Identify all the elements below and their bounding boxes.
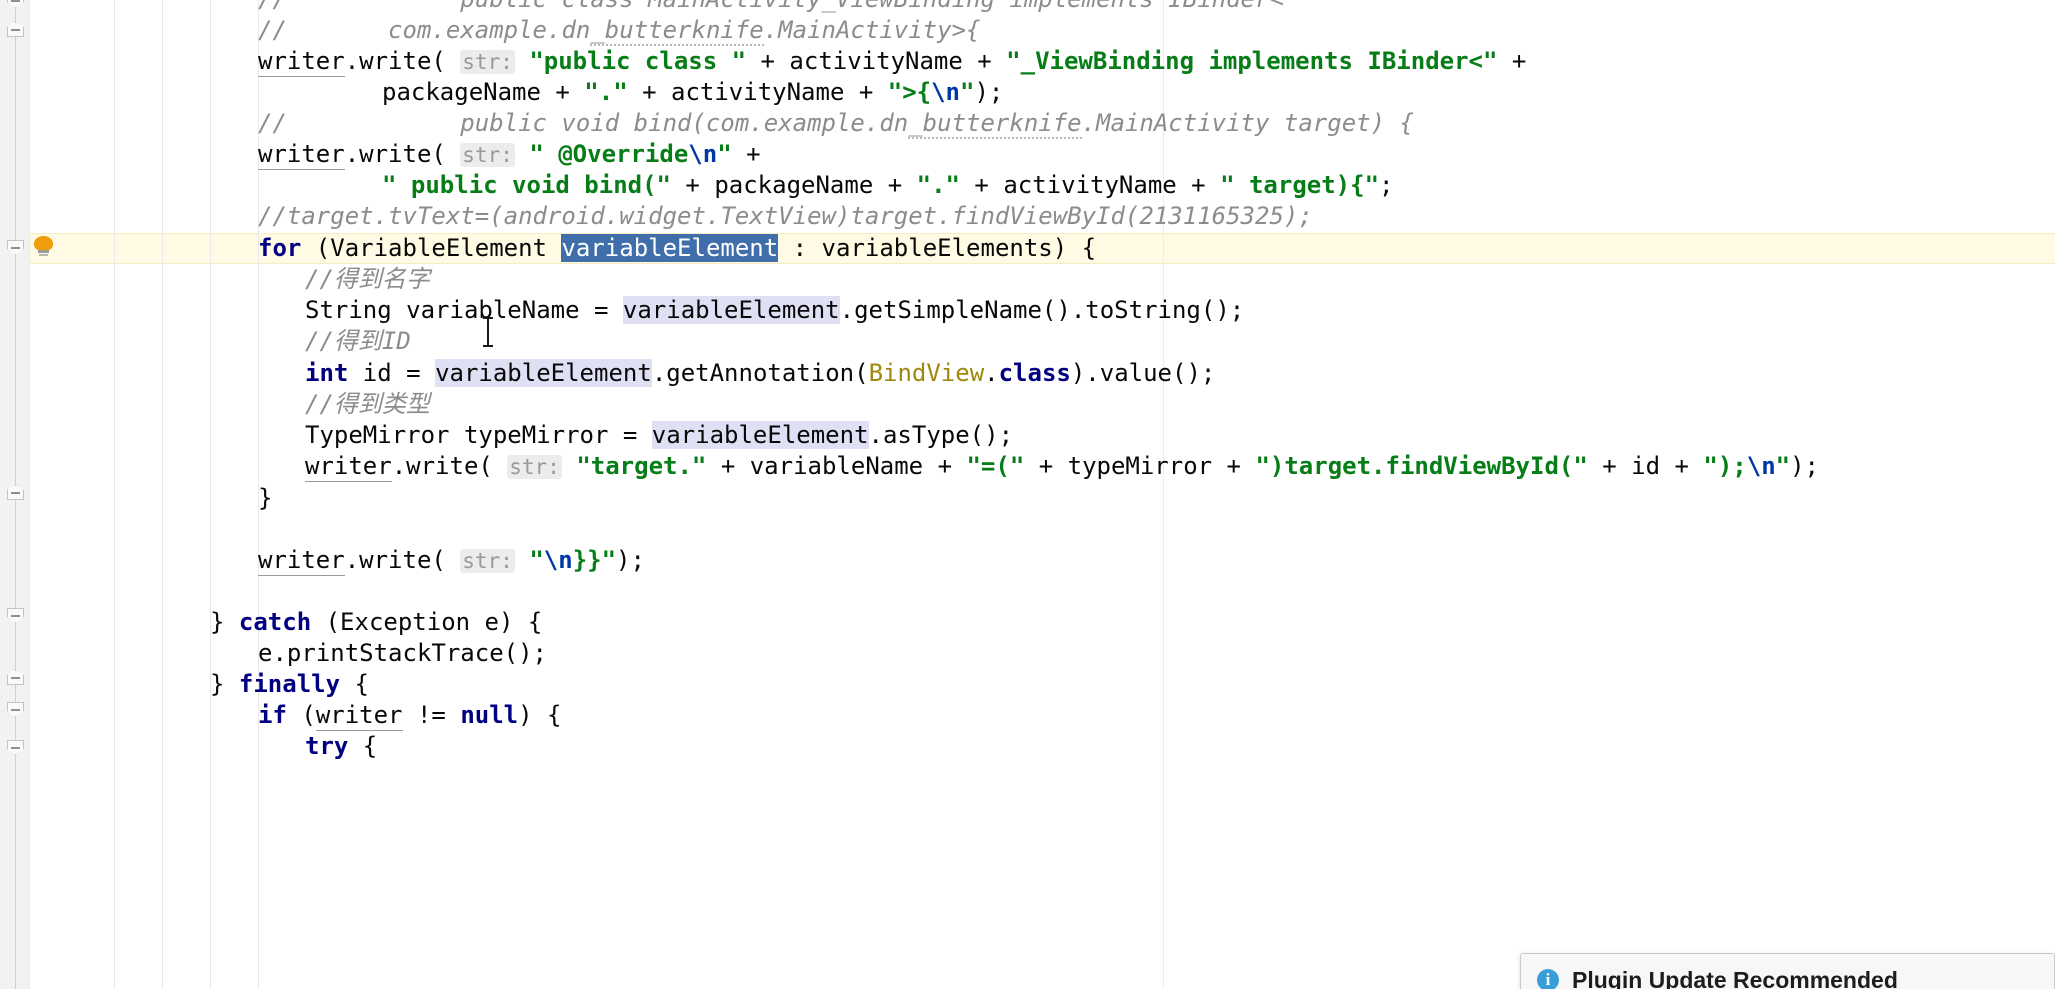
fold-marker-start[interactable]: [7, 670, 24, 685]
code-line[interactable]: if (writer != null) {: [258, 700, 561, 731]
notification-title: Plugin Update Recommended: [1572, 967, 1898, 989]
fold-marker-end[interactable]: [7, 702, 24, 717]
fold-marker-end[interactable]: [7, 240, 24, 255]
code-line[interactable]: }: [258, 483, 272, 514]
code-line[interactable]: //target.tvText=(android.widget.TextView…: [258, 201, 1313, 232]
code-line[interactable]: writer.write( str: "\n}}");: [258, 545, 645, 576]
plugin-update-notification[interactable]: i Plugin Update Recommended: [1520, 953, 2055, 989]
code-line[interactable]: try {: [305, 731, 377, 762]
code-line[interactable]: e.printStackTrace();: [258, 638, 547, 669]
code-line[interactable]: writer.write( str: "target." + variableN…: [305, 451, 1819, 482]
intention-bulb-icon[interactable]: [33, 236, 54, 258]
fold-marker-end[interactable]: [7, 740, 24, 755]
code-line[interactable]: } catch (Exception e) {: [210, 607, 542, 638]
code-line[interactable]: // public class MainActivity_ViewBinding…: [258, 0, 1284, 15]
code-line[interactable]: String variableName = variableElement.ge…: [305, 295, 1244, 326]
code-line[interactable]: // public void bind(com.example.dn_butte…: [258, 108, 1414, 139]
code-line[interactable]: packageName + "." + activityName + ">{\n…: [382, 77, 1003, 108]
ide-editor-window: // public class MainActivity_ViewBinding…: [0, 0, 2055, 989]
fold-marker-start[interactable]: [7, 485, 24, 500]
code-line[interactable]: int id = variableElement.getAnnotation(B…: [305, 358, 1215, 389]
code-text-area[interactable]: // public class MainActivity_ViewBinding…: [30, 0, 2055, 989]
code-line[interactable]: writer.write( str: "public class " + act…: [258, 46, 1526, 77]
code-folding-gutter[interactable]: [0, 0, 30, 989]
text-cursor-icon: [483, 317, 493, 347]
code-line[interactable]: // com.example.dn_butterknife.MainActivi…: [258, 15, 980, 46]
code-line-current[interactable]: for (VariableElement variableElement : v…: [258, 233, 1096, 264]
info-icon: i: [1537, 969, 1559, 989]
code-line[interactable]: //得到ID: [305, 326, 411, 357]
code-line[interactable]: " public void bind(" + packageName + "."…: [382, 170, 1393, 201]
code-line[interactable]: //得到名字: [305, 264, 430, 295]
code-line[interactable]: writer.write( str: " @Override\n" +: [258, 139, 761, 170]
code-editor-surface[interactable]: // public class MainActivity_ViewBinding…: [30, 0, 2055, 989]
code-line[interactable]: TypeMirror typeMirror = variableElement.…: [305, 420, 1013, 451]
fold-marker-end[interactable]: [7, 608, 24, 623]
code-line[interactable]: //得到类型: [305, 389, 430, 420]
code-line[interactable]: } finally {: [210, 669, 369, 700]
fold-marker-start[interactable]: [7, 22, 24, 37]
fold-marker-end[interactable]: [7, 0, 24, 8]
